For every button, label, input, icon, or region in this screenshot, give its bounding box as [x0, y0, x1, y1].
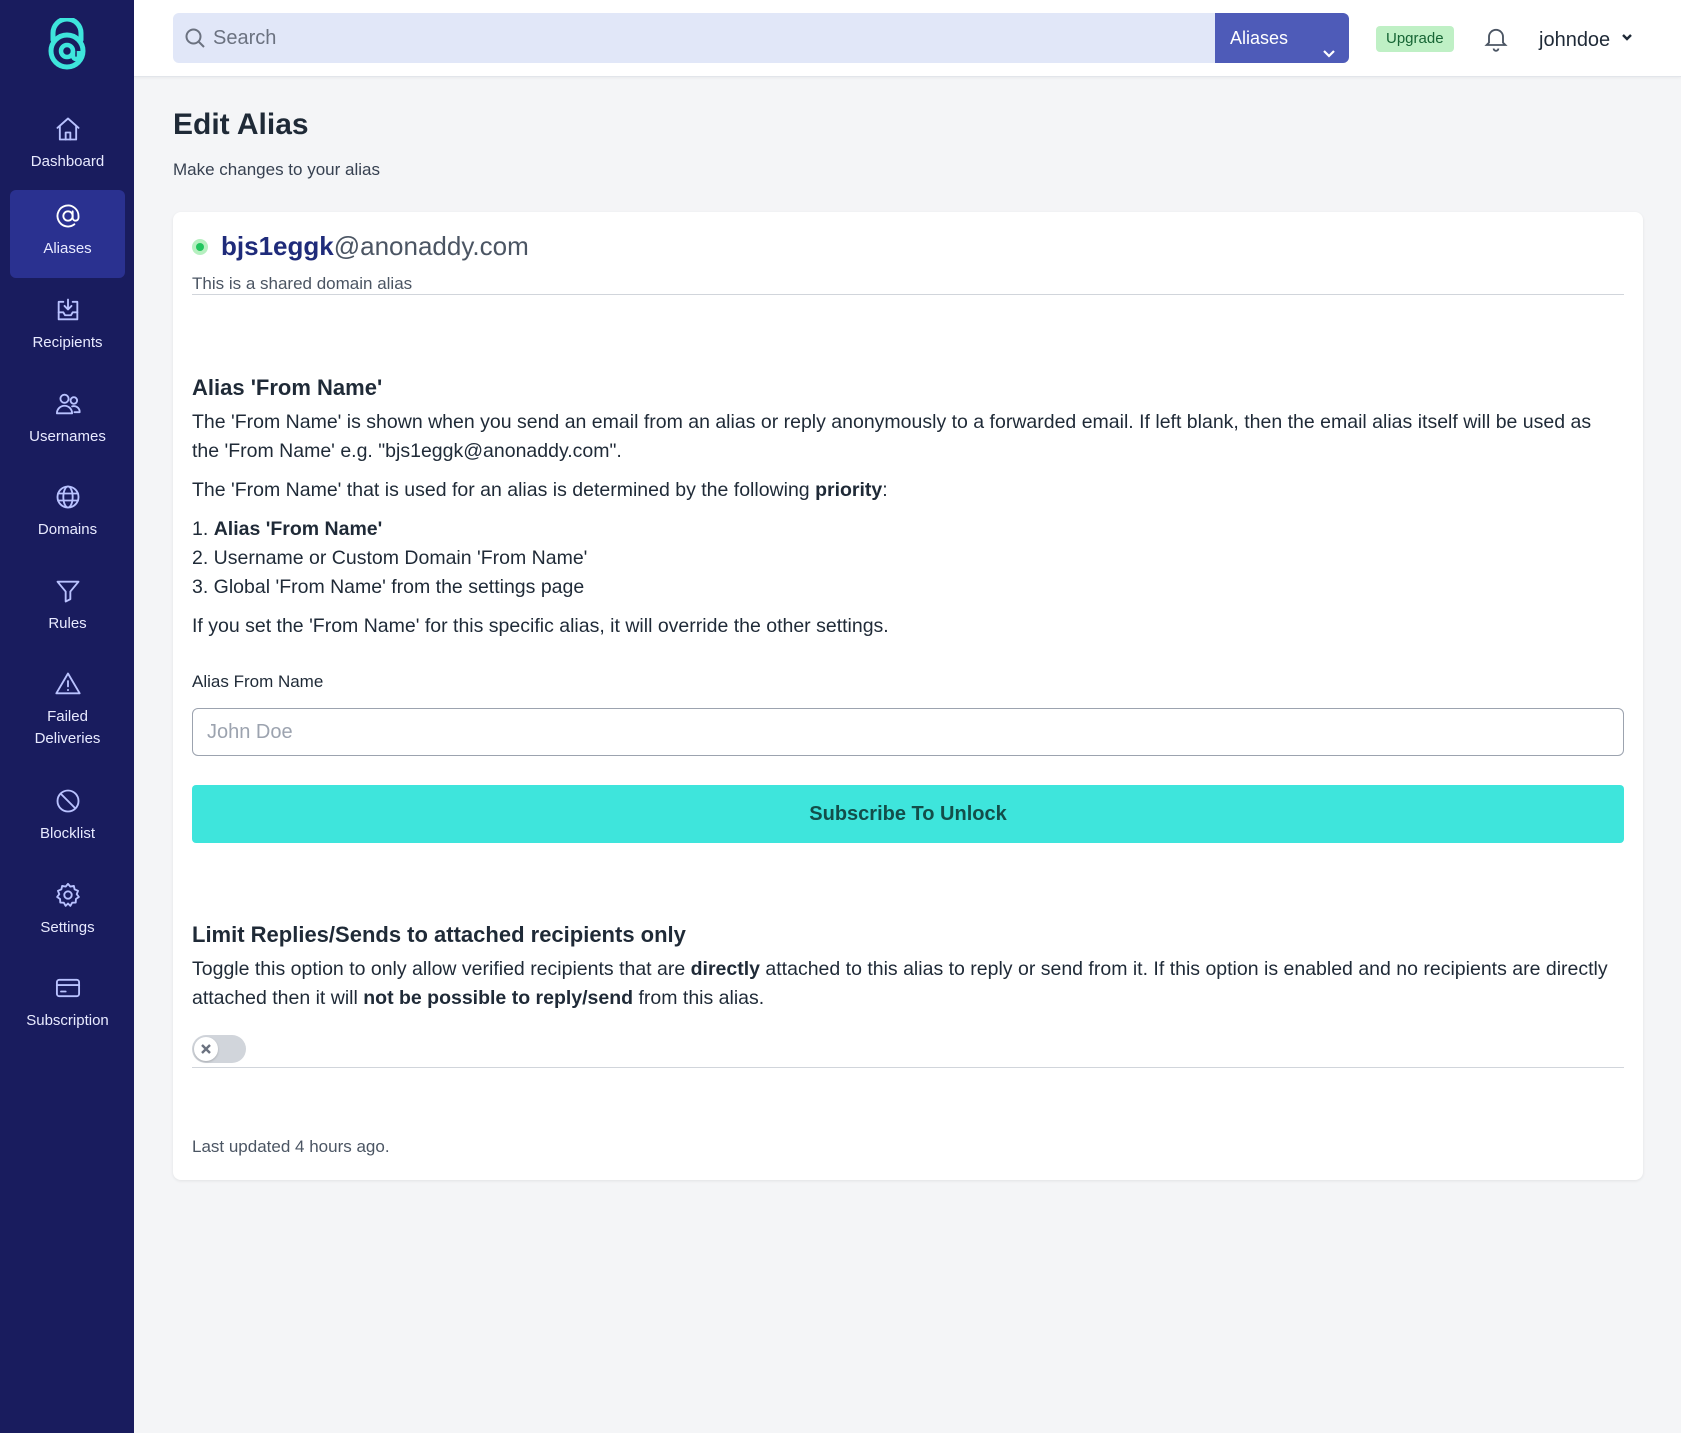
- alias-domain-part: @anonaddy.com: [333, 231, 529, 261]
- x-icon: [201, 1044, 211, 1054]
- sidebar-item-failed-deliveries[interactable]: Failed Deliveries: [10, 658, 125, 768]
- priority-intro-bold: priority: [815, 479, 883, 501]
- alias-from-name-input[interactable]: [192, 708, 1624, 756]
- sidebar-item-subscription[interactable]: Subscription: [10, 962, 125, 1050]
- from-name-override-note: If you set the 'From Name' for this spec…: [192, 615, 889, 637]
- chevron-down-icon: [1620, 24, 1634, 41]
- limit-replies-section-title: Limit Replies/Sends to attached recipien…: [192, 922, 686, 947]
- sidebar-item-label: Dashboard: [30, 153, 105, 170]
- from-name-priority-intro: The 'From Name' that is used for an alia…: [192, 476, 1622, 505]
- at-icon: [54, 202, 82, 230]
- search-scope-label: Aliases: [1230, 28, 1289, 48]
- alias-from-name-label: Alias From Name: [192, 672, 324, 691]
- priority-intro-text: The 'From Name' that is used for an alia…: [192, 479, 816, 501]
- ban-icon: [54, 787, 82, 815]
- edit-alias-card: bjs1eggk@anonaddy.com This is a shared d…: [173, 212, 1643, 1180]
- divider: [192, 294, 1624, 295]
- sidebar-item-dashboard[interactable]: Dashboard: [10, 103, 125, 191]
- username: johndoe: [1539, 29, 1611, 51]
- alias-local-part: bjs1eggk: [221, 231, 334, 261]
- chevron-down-icon: [1321, 30, 1337, 58]
- priority-item-text: Alias 'From Name': [213, 518, 383, 540]
- subscribe-to-unlock-button[interactable]: Subscribe To Unlock: [192, 785, 1624, 843]
- sidebar-item-rules[interactable]: Rules: [10, 565, 125, 653]
- home-icon: [54, 115, 82, 143]
- sidebar-item-settings[interactable]: Settings: [10, 869, 125, 957]
- limit-bold-2: not be possible to reply/send: [363, 987, 634, 1009]
- last-updated-text: Last updated 4 hours ago.: [192, 1137, 390, 1156]
- inbox-icon: [54, 296, 82, 324]
- sidebar-item-label: Usernames: [29, 428, 106, 445]
- page-subtitle: Make changes to your alias: [173, 160, 380, 179]
- users-icon: [54, 390, 82, 418]
- sidebar-item-label: Settings: [40, 919, 95, 936]
- sidebar-item-label: Subscription: [26, 1012, 109, 1029]
- priority-item-2: 2. Username or Custom Domain 'From Name': [192, 547, 588, 569]
- sidebar-item-aliases[interactable]: Aliases: [10, 190, 125, 278]
- gear-icon: [54, 881, 82, 909]
- page-title: Edit Alias: [173, 108, 309, 141]
- sidebar-item-blocklist[interactable]: Blocklist: [10, 775, 125, 863]
- sidebar-item-usernames[interactable]: Usernames: [10, 378, 125, 466]
- search-input[interactable]: [213, 13, 1203, 63]
- upgrade-badge[interactable]: Upgrade: [1376, 26, 1454, 52]
- sidebar-item-label: Domains: [37, 521, 98, 538]
- user-menu[interactable]: johndoe: [1539, 24, 1634, 54]
- toggle-knob: [194, 1037, 218, 1061]
- search-box: [173, 13, 1215, 63]
- sidebar-item-recipients[interactable]: Recipients: [10, 284, 125, 372]
- alias-email: bjs1eggk@anonaddy.com: [221, 228, 529, 264]
- sidebar-item-label: Rules: [48, 615, 87, 632]
- sidebar-item-label: Aliases: [43, 240, 92, 257]
- sidebar-item-label: Failed Deliveries: [34, 708, 101, 747]
- alias-active-status-dot: [192, 239, 208, 255]
- globe-icon: [54, 483, 82, 511]
- topbar: Aliases Upgrade johndoe: [134, 0, 1681, 77]
- priority-item-3: 3. Global 'From Name' from the settings …: [192, 576, 585, 598]
- warning-icon: [54, 670, 82, 698]
- divider: [192, 1067, 1624, 1068]
- search-scope-select[interactable]: Aliases: [1215, 13, 1349, 63]
- limit-replies-description: Toggle this option to only allow verifie…: [192, 955, 1622, 1013]
- alias-description: This is a shared domain alias: [192, 274, 413, 293]
- limit-replies-toggle[interactable]: [192, 1035, 246, 1063]
- priority-item-1: 1. Alias 'From Name': [192, 515, 1622, 544]
- priority-item-number: 1.: [192, 518, 214, 540]
- sidebar-item-domains[interactable]: Domains: [10, 471, 125, 559]
- limit-text-1: Toggle this option to only allow verifie…: [192, 958, 691, 980]
- anonaddy-logo[interactable]: [44, 16, 90, 70]
- limit-text-3: from this alias.: [633, 987, 765, 1009]
- sidebar: Dashboard Aliases Recipients Usernames D…: [0, 0, 134, 1433]
- search-icon: [183, 26, 207, 50]
- limit-bold-1: directly: [690, 958, 760, 980]
- priority-intro-suffix: :: [882, 479, 888, 501]
- credit-card-icon: [54, 974, 82, 1002]
- sidebar-item-label: Recipients: [32, 334, 103, 351]
- notification-bell-icon[interactable]: [1482, 24, 1510, 52]
- sidebar-item-label: Blocklist: [39, 825, 95, 842]
- from-name-description: The 'From Name' is shown when you send a…: [192, 411, 1592, 462]
- from-name-section-title: Alias 'From Name': [192, 375, 383, 400]
- funnel-icon: [54, 577, 82, 605]
